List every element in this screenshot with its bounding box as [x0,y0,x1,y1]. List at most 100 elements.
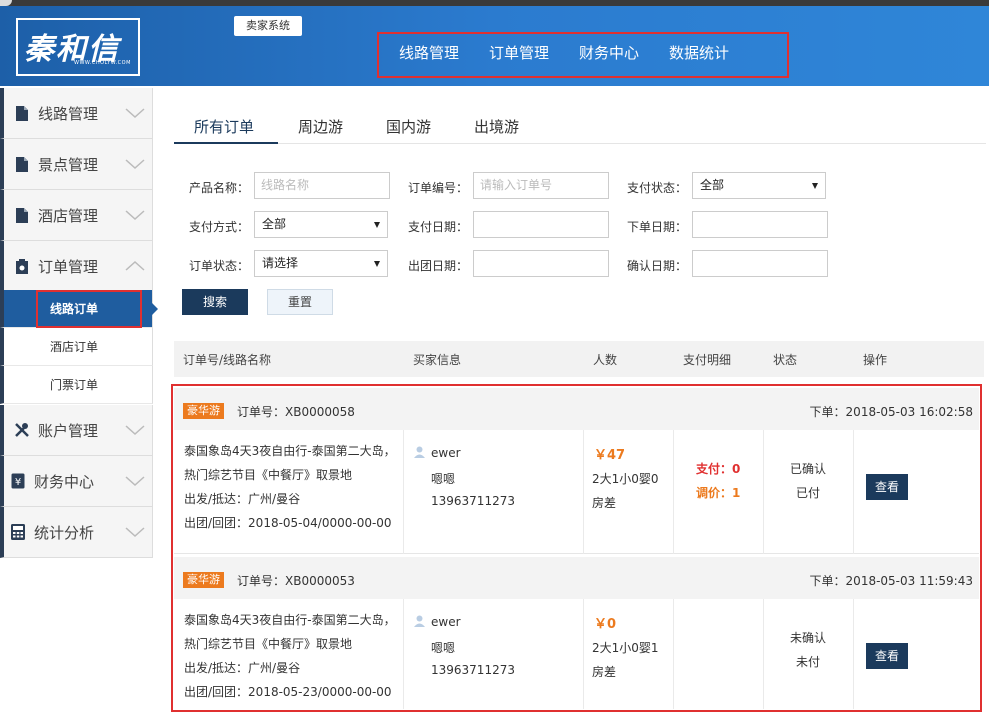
order-tabs: 所有订单 周边游 国内游 出境游 [174,100,986,144]
buyer-phone: 13963711273 [431,663,515,677]
yen-icon: ¥ [10,472,26,490]
view-button[interactable]: 查看 [866,643,908,669]
top-nav-stats[interactable]: 数据统计 [669,42,729,63]
payment-adjust: 调价：1 [696,486,741,500]
order-card: 豪华游 订单号：XB0000053 下单：2018-05-03 11:59:43… [174,557,979,709]
logo-url: WWW.CHOLYW.COM [74,60,131,66]
tab-nearby[interactable]: 周边游 [298,116,343,137]
order-time: 下单：2018-05-03 11:59:43 [809,574,973,588]
pay-status-label: 支付状态： [627,181,688,195]
confirm-status: 已确认 [790,462,827,476]
product-name-input[interactable]: 线路名称 [254,172,390,199]
sidebar-sub-ticket-orders[interactable]: 门票订单 [0,366,153,404]
tab-all-orders[interactable]: 所有订单 [194,116,254,137]
sidebar-item-orders[interactable]: 订单管理 [0,241,153,292]
sidebar-item-label: 线路管理 [38,104,99,123]
sidebar-sub-hotel-orders[interactable]: 酒店订单 [0,328,153,366]
sidebar: 线路管理 景点管理 酒店管理 订单管理 线路订单 酒店订单 门票订单 账户管理 … [0,86,158,720]
pay-status-value: 全部 [700,178,725,192]
sidebar-item-label: 酒店管理 [38,206,99,225]
people-count: 2大1小0婴0 [592,472,659,486]
status-cell: 未确认 未付 [764,599,854,709]
sidebar-item-attractions[interactable]: 景点管理 [0,139,153,190]
search-button[interactable]: 搜索 [182,289,248,315]
status-cell: 已确认 已付 [764,430,854,554]
chevron-down-icon [125,425,145,436]
sidebar-item-label: 订单管理 [38,257,99,276]
pay-method-label: 支付方式： [189,220,250,234]
sidebar-item-label: 景点管理 [38,155,99,174]
caret-down-icon [812,183,818,189]
buyer-phone: 13963711273 [431,494,515,508]
route-cities: 出发/抵达：广州/曼谷 [184,661,301,675]
route-dates: 出团/回团：2018-05-04/0000-00-00 [184,516,392,530]
order-card: 豪华游 订单号：XB0000058 下单：2018-05-03 16:02:58… [174,388,979,554]
top-nav-orders[interactable]: 订单管理 [489,42,549,63]
order-card-body: 泰国象岛4天3夜自由行-泰国第二大岛， 热门综艺节目《中餐厅》取景地 出发/抵达… [174,430,979,554]
active-indicator-arrow [152,303,158,315]
col-header-order: 订单号/线路名称 [183,353,272,367]
top-nav-finance[interactable]: 财务中心 [579,42,639,63]
order-tag: 豪华游 [183,572,224,588]
chevron-down-icon [125,159,145,170]
logo[interactable]: 秦和信 WWW.CHOLYW.COM [16,18,140,76]
sidebar-item-label: 账户管理 [38,421,99,440]
chevron-up-icon [125,260,145,271]
pay-status-select[interactable]: 全部 [692,172,826,199]
col-header-payment: 支付明细 [683,353,732,367]
sidebar-item-finance[interactable]: ¥ 财务中心 [0,456,153,507]
reset-button[interactable]: 重置 [267,289,333,315]
order-date-input[interactable] [692,211,828,238]
sidebar-item-account[interactable]: 账户管理 [0,405,153,456]
order-status-label: 订单状态： [189,259,250,273]
chevron-down-icon [125,108,145,119]
room-diff: 房差 [592,496,617,510]
buyer-name: ewer [431,615,461,629]
sidebar-item-label: 统计分析 [34,523,95,542]
confirm-date-input[interactable] [692,250,828,277]
people-count: 2大1小0婴1 [592,641,659,655]
sidebar-item-routes[interactable]: 线路管理 [0,88,153,139]
route-title: 泰国象岛4天3夜自由行-泰国第二大岛， [184,444,396,458]
user-icon [414,615,425,627]
tab-outbound[interactable]: 出境游 [474,116,519,137]
people-cell: ￥47 2大1小0婴0 房差 [584,430,674,554]
top-nav-routes[interactable]: 线路管理 [399,42,459,63]
route-title: 泰国象岛4天3夜自由行-泰国第二大岛， [184,613,396,627]
route-cell: 泰国象岛4天3夜自由行-泰国第二大岛， 热门综艺节目《中餐厅》取景地 出发/抵达… [174,599,404,709]
buyer-cell: ewer 嗯嗯 13963711273 [404,430,584,554]
product-name-label: 产品名称： [189,181,250,195]
list-header: 订单号/线路名称 买家信息 人数 支付明细 状态 操作 [174,341,984,377]
order-number: 订单号：XB0000058 [237,405,355,419]
document-icon [14,104,30,122]
order-status-value: 请选择 [262,256,299,270]
view-button[interactable]: 查看 [866,474,908,500]
highlight-box [36,290,142,328]
payment-paid: 支付：0 [696,462,741,476]
sidebar-item-hotels[interactable]: 酒店管理 [0,190,153,241]
depart-date-label: 出团日期： [408,259,469,273]
pay-status: 已付 [796,486,821,500]
document-icon [14,206,30,224]
calculator-icon [10,523,26,541]
order-no-input[interactable]: 请输入订单号 [473,172,609,199]
tab-domestic[interactable]: 国内游 [386,116,431,137]
col-header-status: 状态 [773,353,798,367]
chevron-down-icon [125,476,145,487]
people-cell: ￥0 2大1小0婴1 房差 [584,599,674,709]
sidebar-item-analytics[interactable]: 统计分析 [0,507,153,558]
room-diff: 房差 [592,665,617,679]
pay-date-input[interactable] [473,211,609,238]
pay-method-select[interactable]: 全部 [254,211,388,238]
order-card-header: 豪华游 订单号：XB0000053 下单：2018-05-03 11:59:43 [174,557,979,599]
tab-active-underline [174,142,278,144]
buyer-name: ewer [431,446,461,460]
order-price: ￥47 [594,448,626,463]
caret-down-icon [374,261,380,267]
depart-date-input[interactable] [473,250,609,277]
order-status-select[interactable]: 请选择 [254,250,388,277]
order-card-header: 豪华游 订单号：XB0000058 下单：2018-05-03 16:02:58 [174,388,979,430]
tools-icon [14,421,30,439]
caret-down-icon [374,222,380,228]
route-cities: 出发/抵达：广州/曼谷 [184,492,301,506]
